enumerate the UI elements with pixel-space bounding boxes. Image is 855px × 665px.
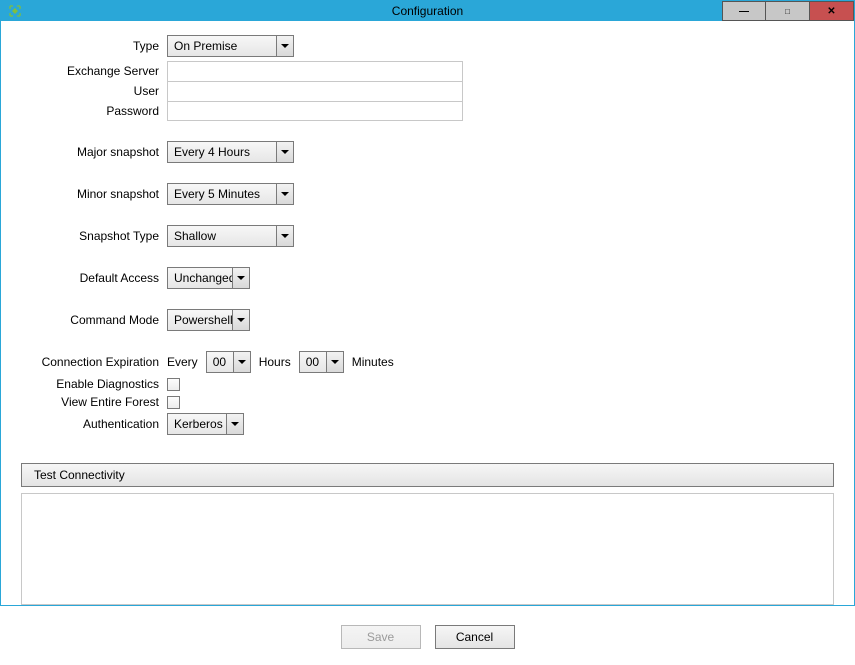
close-button[interactable]: ✕ — [810, 1, 854, 21]
snapshot-type-value: Shallow — [168, 226, 276, 246]
user-input[interactable] — [167, 81, 463, 101]
chevron-down-icon — [276, 226, 293, 246]
chevron-down-icon — [276, 142, 293, 162]
chevron-down-icon — [226, 414, 243, 434]
exchange-server-label: Exchange Server — [21, 64, 161, 78]
titlebar: Configuration — □ ✕ — [1, 1, 854, 21]
chevron-down-icon — [232, 310, 249, 330]
close-icon: ✕ — [827, 6, 835, 17]
cancel-button[interactable]: Cancel — [435, 625, 515, 649]
config-form: Type On Premise Exchange Server User Pas… — [21, 35, 834, 435]
chevron-down-icon — [276, 184, 293, 204]
enable-diagnostics-label: Enable Diagnostics — [21, 377, 161, 391]
chevron-down-icon — [326, 352, 343, 372]
minor-snapshot-value: Every 5 Minutes — [168, 184, 276, 204]
enable-diagnostics-checkbox[interactable] — [167, 378, 180, 391]
app-icon — [7, 3, 23, 19]
authentication-value: Kerberos — [168, 414, 226, 434]
chevron-down-icon — [233, 352, 250, 372]
user-label: User — [21, 84, 161, 98]
authentication-label: Authentication — [21, 417, 161, 431]
maximize-icon: □ — [785, 7, 790, 16]
test-connectivity-button[interactable]: Test Connectivity — [21, 463, 834, 487]
view-entire-forest-checkbox[interactable] — [167, 396, 180, 409]
every-label: Every — [167, 355, 198, 369]
minimize-icon: — — [739, 6, 749, 17]
type-select[interactable]: On Premise — [167, 35, 294, 57]
type-label: Type — [21, 39, 161, 53]
maximize-button[interactable]: □ — [766, 1, 810, 21]
authentication-select[interactable]: Kerberos — [167, 413, 244, 435]
connection-expiration-label: Connection Expiration — [21, 355, 161, 369]
major-snapshot-select[interactable]: Every 4 Hours — [167, 141, 294, 163]
command-mode-label: Command Mode — [21, 313, 161, 327]
client-area: Type On Premise Exchange Server User Pas… — [1, 21, 854, 665]
view-entire-forest-label: View Entire Forest — [21, 395, 161, 409]
hours-label: Hours — [259, 355, 291, 369]
default-access-select[interactable]: Unchanged — [167, 267, 250, 289]
minor-snapshot-select[interactable]: Every 5 Minutes — [167, 183, 294, 205]
conn-exp-minutes-value: 00 — [300, 352, 326, 372]
conn-exp-hours-select[interactable]: 00 — [206, 351, 251, 373]
major-snapshot-label: Major snapshot — [21, 145, 161, 159]
major-snapshot-value: Every 4 Hours — [168, 142, 276, 162]
minutes-label: Minutes — [352, 355, 394, 369]
default-access-value: Unchanged — [168, 268, 232, 288]
snapshot-type-label: Snapshot Type — [21, 229, 161, 243]
exchange-server-input[interactable] — [167, 61, 463, 81]
password-label: Password — [21, 104, 161, 118]
command-mode-select[interactable]: Powershell — [167, 309, 250, 331]
configuration-window: Configuration — □ ✕ Type On Premise Exch… — [0, 0, 855, 606]
footer-buttons: Save Cancel — [21, 625, 834, 649]
command-mode-value: Powershell — [168, 310, 232, 330]
chevron-down-icon — [232, 268, 249, 288]
type-select-value: On Premise — [168, 36, 276, 56]
default-access-label: Default Access — [21, 271, 161, 285]
window-controls: — □ ✕ — [722, 1, 854, 21]
save-button[interactable]: Save — [341, 625, 421, 649]
password-input[interactable] — [167, 101, 463, 121]
chevron-down-icon — [276, 36, 293, 56]
snapshot-type-select[interactable]: Shallow — [167, 225, 294, 247]
connectivity-output — [21, 493, 834, 605]
minor-snapshot-label: Minor snapshot — [21, 187, 161, 201]
minimize-button[interactable]: — — [722, 1, 766, 21]
conn-exp-hours-value: 00 — [207, 352, 233, 372]
conn-exp-minutes-select[interactable]: 00 — [299, 351, 344, 373]
